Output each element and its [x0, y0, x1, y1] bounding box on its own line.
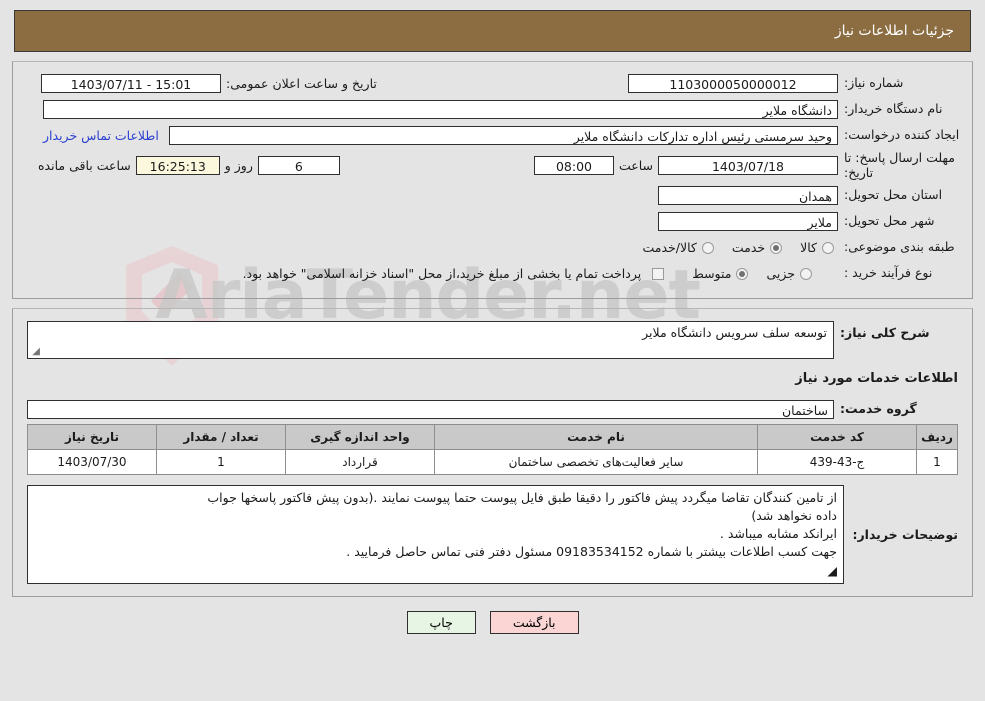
resize-grip-icon[interactable]: ◢	[827, 563, 837, 578]
buyer-org-value: دانشگاه ملایر	[43, 99, 838, 119]
process-option-label: جزیی	[766, 265, 795, 281]
category-option-label: کالا/خدمت	[642, 239, 697, 255]
buyer-org-row: نام دستگاه خریدار: دانشگاه ملایر	[23, 98, 962, 120]
remaining-days-value: 6	[257, 155, 340, 175]
need-number-label: شماره نیاز:	[844, 75, 904, 91]
radio-icon[interactable]	[800, 268, 812, 280]
category-option-label: خدمت	[731, 239, 766, 255]
province-row: استان محل تحویل: همدان	[23, 184, 962, 206]
table-col-unit: واحد اندازه گیری	[285, 424, 435, 450]
buyer-notes-line: از تامین کنندگان تقاضا میگردد پیش فاکتور…	[207, 490, 837, 505]
category-option-label: کالا	[800, 239, 817, 255]
services-table: ردیف کد خدمت نام خدمت واحد اندازه گیری ت…	[27, 424, 958, 475]
buyer-notes-row: توضیحات خریدار: از تامین کنندگان تقاضا م…	[27, 485, 958, 584]
table-row: 1 ج-43-439 سایر فعالیت‌های تخصصی ساختمان…	[27, 449, 958, 475]
service-group-value: ساختمان	[27, 399, 834, 419]
buyer-notes-line: جهت کسب اطلاعات بیشتر با شماره 091835341…	[346, 544, 837, 560]
radio-icon[interactable]	[701, 242, 714, 254]
treasury-checkbox-group[interactable]: پرداخت تمام یا بخشی از مبلغ خرید،از محل …	[238, 266, 669, 281]
creator-value: وحید سرمستی رئیس اداره تدارکات دانشگاه م…	[168, 125, 838, 145]
radio-icon[interactable]	[822, 242, 834, 254]
hour-label: ساعت	[618, 157, 653, 173]
general-desc-value: توسعه سلف سرویس دانشگاه ملایر ◢	[27, 321, 834, 359]
category-label: طبقه بندی موضوعی:	[844, 239, 955, 255]
table-col-qty: تعداد / مقدار	[156, 424, 286, 450]
cell-code: ج-43-439	[757, 449, 917, 475]
cell-date: 1403/07/30	[27, 449, 157, 475]
deadline-time-value: 08:00	[533, 155, 614, 175]
resize-grip-icon[interactable]: ◢	[30, 347, 40, 357]
buyer-notes-label: توضیحات خریدار:	[852, 526, 958, 542]
days-unit-label: روز و	[224, 157, 253, 173]
province-label: استان محل تحویل:	[844, 187, 943, 203]
buyer-notes-line: ایرانکد مشابه میباشد .	[719, 526, 837, 542]
print-button[interactable]: چاپ	[406, 610, 476, 634]
table-col-name: نام خدمت	[434, 424, 758, 450]
cell-qty: 1	[156, 449, 286, 475]
table-header-row: ردیف کد خدمت نام خدمت واحد اندازه گیری ت…	[27, 424, 958, 450]
service-group-label: گروه خدمت:	[840, 401, 917, 417]
process-option-0[interactable]: جزیی	[752, 266, 816, 281]
province-value: همدان	[658, 185, 838, 205]
buyer-notes-value: از تامین کنندگان تقاضا میگردد پیش فاکتور…	[27, 485, 844, 584]
need-number-value: 1103000050000012	[628, 73, 838, 93]
radio-icon[interactable]	[736, 268, 749, 280]
category-option-2[interactable]: کالا/خدمت	[628, 240, 717, 255]
table-col-row: ردیف	[916, 424, 958, 450]
buyer-org-label: نام دستگاه خریدار:	[844, 101, 943, 117]
need-info-panel: شماره نیاز: 1103000050000012 تاریخ و ساع…	[12, 61, 973, 299]
process-option-1[interactable]: متوسط	[678, 266, 752, 281]
page-title: جزئیات اطلاعات نیاز	[834, 23, 954, 39]
table-col-code: کد خدمت	[757, 424, 917, 450]
buyer-contact-link[interactable]: اطلاعات تماس خریدار	[43, 128, 159, 143]
deadline-date-value: 1403/07/18	[658, 155, 838, 175]
process-option-label: متوسط	[692, 265, 732, 281]
buyer-notes-line: داده نخواهد شد)	[751, 508, 837, 524]
treasury-checkbox-label: پرداخت تمام یا بخشی از مبلغ خرید،از محل …	[242, 265, 642, 281]
announce-label: تاریخ و ساعت اعلان عمومی:	[226, 75, 377, 91]
creator-label: ایجاد کننده درخواست:	[844, 127, 960, 143]
process-row: نوع فرآیند خرید : جزیی متوسط پرداخت تمام…	[23, 262, 962, 284]
services-section-title: اطلاعات خدمات مورد نیاز	[795, 371, 958, 386]
cell-unit: قرارداد	[285, 449, 435, 475]
countdown-timer-value: 16:25:13	[135, 155, 220, 175]
checkbox-icon[interactable]	[652, 268, 665, 280]
general-desc-text: توسعه سلف سرویس دانشگاه ملایر	[642, 325, 827, 340]
category-option-1[interactable]: خدمت	[718, 240, 786, 255]
need-number-row: شماره نیاز: 1103000050000012 تاریخ و ساع…	[23, 72, 962, 94]
general-desc-row: شرح کلی نیاز: توسعه سلف سرویس دانشگاه مل…	[27, 321, 958, 359]
countdown-unit-label: ساعت باقی مانده	[38, 157, 131, 173]
city-label: شهر محل تحویل:	[844, 213, 935, 229]
cell-row: 1	[916, 449, 958, 475]
general-desc-label: شرح کلی نیاز:	[840, 325, 930, 340]
category-option-0[interactable]: کالا	[786, 240, 838, 255]
radio-icon[interactable]	[770, 242, 783, 254]
deadline-row: مهلت ارسال پاسخ: تا تاریخ: 1403/07/18 سا…	[23, 150, 962, 180]
back-button[interactable]: بازگشت	[489, 610, 579, 634]
page-title-bar: جزئیات اطلاعات نیاز	[14, 10, 971, 52]
deadline-label: مهلت ارسال پاسخ: تا تاریخ:	[844, 150, 955, 180]
service-group-row: گروه خدمت: ساختمان	[27, 398, 958, 420]
city-value: ملایر	[658, 211, 838, 231]
city-row: شهر محل تحویل: ملایر	[23, 210, 962, 232]
process-label: نوع فرآیند خرید :	[844, 265, 933, 281]
footer-buttons: بازگشت چاپ	[0, 610, 985, 634]
category-row: طبقه بندی موضوعی: کالا خدمت کالا/خدمت	[23, 236, 962, 258]
table-col-date: تاریخ نیاز	[27, 424, 157, 450]
creator-row: ایجاد کننده درخواست: وحید سرمستی رئیس اد…	[23, 124, 962, 146]
cell-name: سایر فعالیت‌های تخصصی ساختمان	[434, 449, 758, 475]
announce-value: 15:01 - 1403/07/11	[41, 73, 221, 93]
need-details-panel: شرح کلی نیاز: توسعه سلف سرویس دانشگاه مل…	[12, 308, 973, 597]
